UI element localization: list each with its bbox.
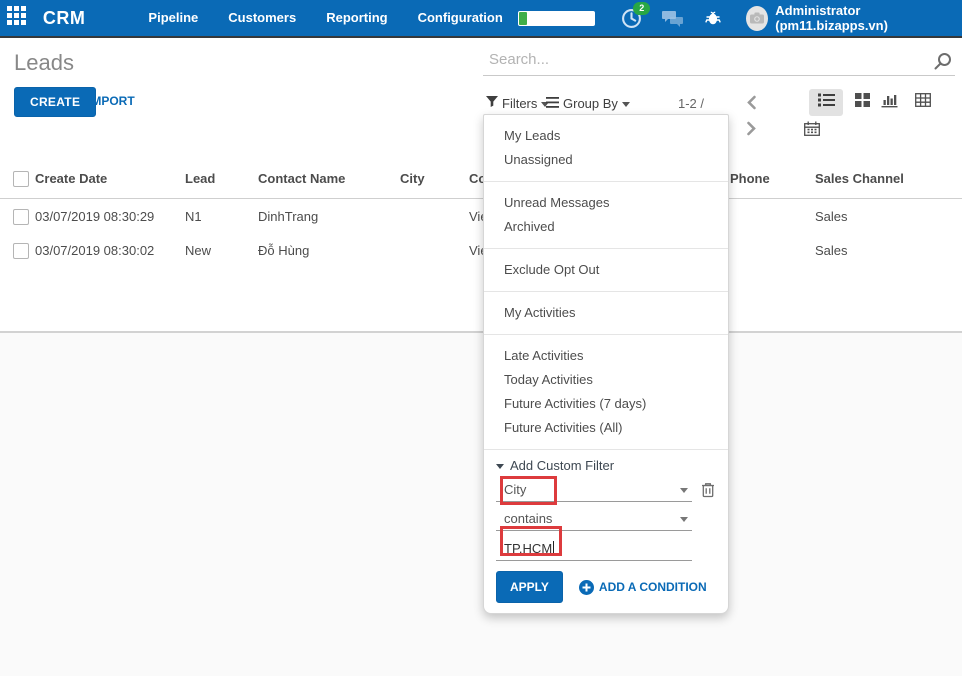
- app-name[interactable]: CRM: [43, 8, 86, 29]
- filters-dropdown: My Leads Unassigned Unread Messages Arch…: [483, 114, 729, 614]
- view-list-button[interactable]: [809, 89, 843, 116]
- filter-unassigned[interactable]: Unassigned: [484, 148, 728, 172]
- systray: 2: [518, 3, 952, 33]
- menu-divider: [484, 334, 728, 335]
- table-header-row: Create Date Lead Contact Name City Count…: [0, 158, 962, 199]
- create-button[interactable]: CREATE: [14, 87, 96, 117]
- filter-funnel-icon: [486, 96, 498, 111]
- kanban-view-icon: [855, 93, 870, 112]
- chevron-down-icon: [622, 102, 630, 111]
- cell-create-date: 03/07/2019 08:30:29: [35, 199, 154, 233]
- add-a-condition-button[interactable]: ADD A CONDITION: [579, 580, 707, 595]
- table-row[interactable]: 03/07/2019 08:30:02 New Đỗ Hùng Vietnam …: [0, 233, 962, 268]
- top-menus: Pipeline Customers Reporting Configurati…: [133, 0, 517, 36]
- menu-customers[interactable]: Customers: [213, 0, 311, 36]
- row-checkbox[interactable]: [13, 209, 29, 225]
- view-pivot-button[interactable]: [906, 89, 940, 116]
- user-menu[interactable]: Administrator (pm11.bizapps.vn): [746, 3, 952, 33]
- cell-lead: New: [185, 233, 211, 267]
- page-title: Leads: [14, 50, 74, 76]
- chevron-down-icon: [680, 488, 688, 497]
- apply-button[interactable]: APPLY: [496, 571, 563, 603]
- cell-sales-channel: Sales: [815, 199, 848, 233]
- caret-down-icon: [496, 464, 504, 473]
- menu-divider: [484, 291, 728, 292]
- column-contact-name[interactable]: Contact Name: [258, 158, 345, 198]
- pager-next-button[interactable]: [745, 121, 758, 141]
- filter-my-activities[interactable]: My Activities: [484, 301, 728, 325]
- pivot-view-icon: [915, 93, 931, 112]
- cell-contact-name: Đỗ Hùng: [258, 233, 309, 267]
- import-button[interactable]: IMPORT: [88, 94, 135, 108]
- pager-range: 1-2 /: [652, 96, 704, 111]
- menu-divider: [484, 248, 728, 249]
- search-icon[interactable]: [933, 51, 953, 76]
- pager-previous-button[interactable]: [745, 95, 758, 115]
- search-input[interactable]: [483, 48, 919, 68]
- empty-row: [0, 267, 962, 301]
- filter-archived[interactable]: Archived: [484, 215, 728, 239]
- add-custom-filter-toggle[interactable]: Add Custom Filter: [496, 458, 716, 473]
- filter-future-activities-7-days[interactable]: Future Activities (7 days): [484, 392, 728, 416]
- filter-today-activities[interactable]: Today Activities: [484, 368, 728, 392]
- cell-contact-name: DinhTrang: [258, 199, 318, 233]
- row-checkbox[interactable]: [13, 243, 29, 259]
- user-name: Administrator (pm11.bizapps.vn): [775, 3, 952, 33]
- list-view-icon: [818, 93, 835, 112]
- progress-bar-fill: [519, 12, 527, 25]
- graph-view-icon: [881, 93, 898, 113]
- content-background: [0, 333, 962, 676]
- view-graph-button[interactable]: [872, 89, 906, 116]
- view-calendar-button[interactable]: [795, 117, 829, 144]
- empty-row: [0, 300, 962, 333]
- messages-icon[interactable]: [662, 9, 684, 27]
- column-create-date[interactable]: Create Date: [35, 158, 107, 198]
- table-row[interactable]: 03/07/2019 08:30:29 N1 DinhTrang Vietnam…: [0, 199, 962, 234]
- column-lead[interactable]: Lead: [185, 158, 215, 198]
- apps-menu-button[interactable]: [0, 0, 35, 36]
- custom-filter-value-input[interactable]: TP.HCM: [496, 536, 692, 561]
- text-cursor: [553, 541, 554, 555]
- menu-divider: [484, 181, 728, 182]
- avatar: [746, 6, 768, 31]
- cell-sales-channel: Sales: [815, 233, 848, 267]
- activity-clock-icon[interactable]: 2: [621, 8, 642, 29]
- activity-count-badge: 2: [633, 2, 650, 15]
- add-custom-filter-section: Add Custom Filter City contains: [484, 449, 728, 613]
- menu-reporting[interactable]: Reporting: [311, 0, 402, 36]
- column-city[interactable]: City: [400, 158, 425, 198]
- filter-exclude-opt-out[interactable]: Exclude Opt Out: [484, 258, 728, 282]
- custom-filter-operator-select[interactable]: contains: [496, 507, 692, 531]
- top-navbar: CRM Pipeline Customers Reporting Configu…: [0, 0, 962, 38]
- filter-future-activities-all[interactable]: Future Activities (All): [484, 416, 728, 440]
- cell-create-date: 03/07/2019 08:30:02: [35, 233, 154, 267]
- cell-lead: N1: [185, 199, 202, 233]
- crm-app-window: CRM Pipeline Customers Reporting Configu…: [0, 0, 962, 676]
- filter-late-activities[interactable]: Late Activities: [484, 344, 728, 368]
- custom-filter-field-select[interactable]: City: [496, 478, 692, 502]
- menu-pipeline[interactable]: Pipeline: [133, 0, 213, 36]
- search-box: [483, 48, 955, 76]
- bug-icon[interactable]: [704, 9, 722, 27]
- menu-configuration[interactable]: Configuration: [403, 0, 518, 36]
- delete-condition-button[interactable]: [701, 482, 715, 498]
- group-by-button[interactable]: Group By: [546, 96, 630, 111]
- plus-circle-icon: [579, 580, 594, 595]
- filter-my-leads[interactable]: My Leads: [484, 124, 728, 148]
- column-phone[interactable]: Phone: [730, 158, 770, 198]
- progress-bar: [518, 11, 596, 26]
- group-by-bars-icon: [546, 96, 559, 111]
- apps-grid-icon: [7, 6, 27, 31]
- filters-button[interactable]: Filters: [486, 96, 549, 111]
- column-sales-channel[interactable]: Sales Channel: [815, 158, 904, 198]
- select-all-checkbox[interactable]: [13, 171, 29, 187]
- calendar-view-icon: [804, 121, 820, 141]
- filter-unread-messages[interactable]: Unread Messages: [484, 191, 728, 215]
- chevron-down-icon: [680, 517, 688, 526]
